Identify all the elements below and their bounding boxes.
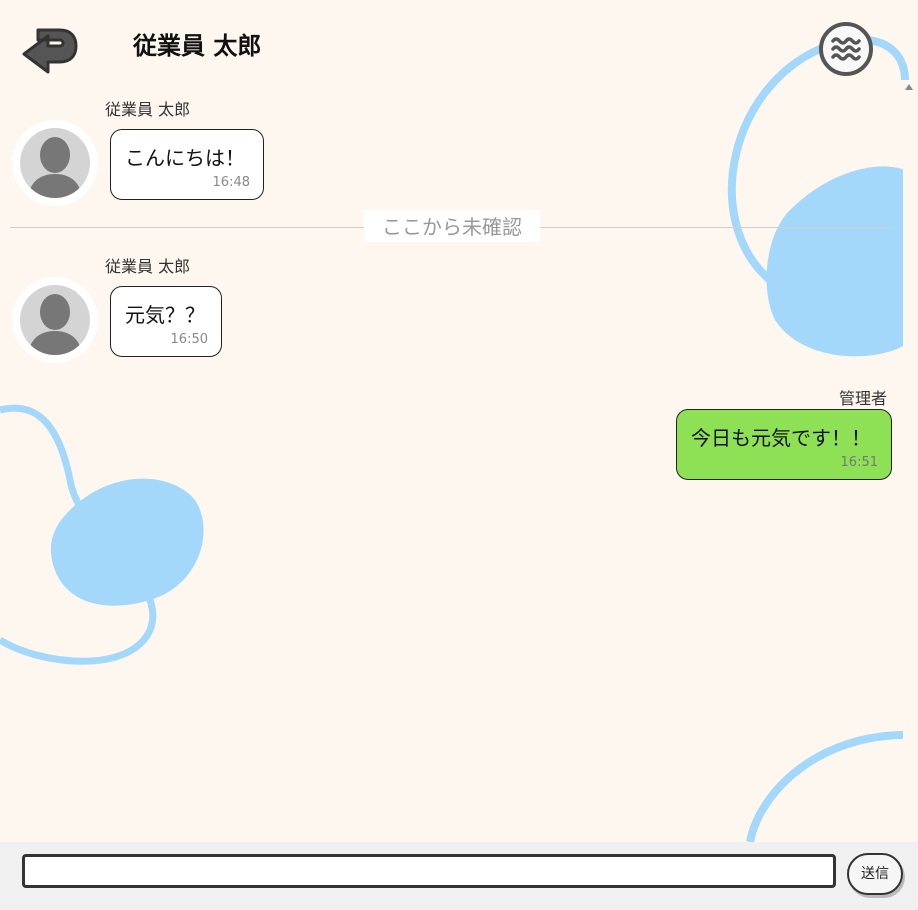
back-arrow-icon[interactable]	[20, 22, 80, 76]
message-input[interactable]	[22, 854, 836, 888]
send-button[interactable]: 送信	[847, 853, 903, 895]
scroll-up-arrow-icon[interactable]	[905, 84, 913, 90]
page-title: 従業員 太郎	[133, 32, 262, 60]
avatar	[12, 120, 98, 206]
message-time: 16:48	[212, 175, 250, 190]
message-text: 今日も元気です！！	[691, 426, 871, 450]
sender-name: 従業員 太郎	[105, 257, 191, 276]
user-silhouette-icon	[28, 294, 82, 355]
message-time: 16:51	[840, 455, 878, 470]
sender-name: 従業員 太郎	[105, 100, 191, 119]
scrollbar[interactable]	[903, 80, 918, 842]
message-composer: 送信	[0, 842, 918, 910]
message-text: 元気？？	[125, 303, 205, 327]
my-message-bubble: 今日も元気です！！ 16:51	[676, 409, 892, 480]
sender-name: 管理者	[839, 389, 888, 408]
message-time: 16:50	[170, 332, 208, 347]
user-silhouette-icon	[28, 137, 82, 198]
message-bubble: 元気？？ 16:50	[110, 286, 222, 357]
message-bubble: こんにちは！ 16:48	[110, 129, 264, 200]
unread-divider-label: ここから未確認	[364, 210, 540, 242]
avatar	[12, 277, 98, 363]
chat-screen: 従業員 太郎 従業員 太郎 こんにちは！ 16:48 ここから未確認 従業員 太…	[0, 0, 918, 910]
message-text: こんにちは！	[125, 146, 245, 170]
wave-menu-icon[interactable]	[818, 21, 874, 77]
